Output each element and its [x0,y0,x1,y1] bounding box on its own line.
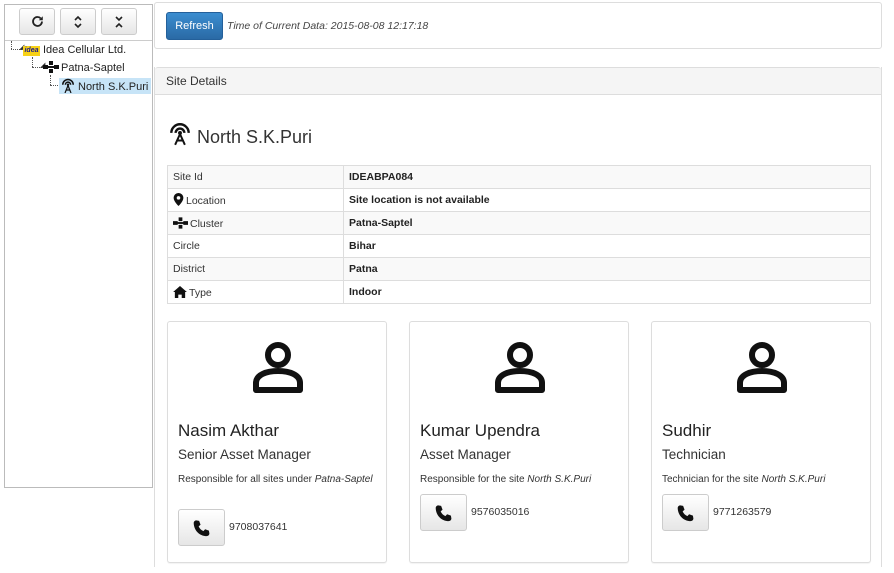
contact-card: Nasim Akthar Senior Asset Manager Respon… [167,321,387,563]
phone-number: 9771263579 [713,506,772,518]
call-button[interactable] [662,494,709,531]
table-row: District Patna [167,257,871,281]
contact-responsibility: Responsible for all sites under Patna-Sa… [178,474,373,485]
refresh-icon [31,16,43,27]
contact-name: Kumar Upendra [420,421,541,440]
site-title: North S.K.Puri [167,122,312,149]
expand-all-button[interactable] [60,8,97,35]
detail-value: Patna [343,257,871,281]
phone-icon [677,505,694,522]
user-icon [737,342,787,393]
contact-responsibility: Technician for the site North S.K.Puri [662,474,826,485]
table-row: Type Indoor [167,280,871,304]
contact-role: Senior Asset Manager [178,447,311,462]
tree-toolbar [5,5,152,41]
data-refresh-bar: Refresh Time of Current Data: 2015-08-08… [154,2,882,49]
user-icon [253,342,303,393]
contact-name: Sudhir [662,421,712,440]
detail-key: Location [167,188,344,212]
table-row: Location Site location is not available [167,188,871,212]
tower-icon [170,123,190,146]
tree-node-idea-cellular[interactable]: idea Idea Cellular Ltd. [23,42,126,58]
detail-value: Site location is not available [343,188,871,212]
phone-icon [193,520,210,537]
call-button[interactable] [178,509,225,546]
tree-node-patna-saptel[interactable]: Patna-Saptel [43,60,125,76]
contact-responsibility: Responsible for the site North S.K.Puri [420,474,592,485]
detail-value: Bihar [343,234,871,258]
tree-node-label: Patna-Saptel [61,62,125,74]
table-row: Cluster Patna-Saptel [167,211,871,235]
detail-value: IDEABPA084 [343,165,871,189]
tree-refresh-button[interactable] [19,8,55,35]
detail-value: Patna-Saptel [343,211,871,235]
tree-node-label: North S.K.Puri [78,81,149,93]
site-tree: ◢ ◢ idea Idea Cellular Ltd. Patna-Saptel … [5,41,152,486]
contact-role: Technician [662,447,726,462]
cluster-icon [173,216,188,229]
expand-all-icon [74,15,82,29]
phone-icon [435,505,452,522]
collapse-all-button[interactable] [101,8,138,35]
contact-card: Kumar Upendra Asset Manager Responsible … [409,321,629,563]
site-details-panel: Site Details North S.K.Puri Site Id IDEA… [154,67,882,567]
tree-node-north-sk-puri[interactable]: North S.K.Puri [59,78,152,94]
map-marker-icon [173,193,184,206]
call-button[interactable] [420,494,467,531]
table-row: Site Id IDEABPA084 [167,165,871,189]
contact-role: Asset Manager [420,447,511,462]
data-timestamp: Time of Current Data: 2015-08-08 12:17:1… [227,20,429,32]
tree-node-label: Idea Cellular Ltd. [43,44,127,56]
user-icon [495,342,545,393]
phone-number: 9708037641 [229,521,288,533]
detail-key: District [167,257,344,281]
table-row: Circle Bihar [167,234,871,258]
site-tree-panel: ◢ ◢ idea Idea Cellular Ltd. Patna-Saptel … [4,4,153,488]
home-icon [173,285,187,298]
cluster-icon [43,61,59,73]
refresh-button[interactable]: Refresh [166,12,223,40]
collapse-all-icon [115,16,123,28]
detail-key: Cluster [167,211,344,235]
detail-key: Site Id [167,165,344,189]
detail-key: Type [167,280,344,304]
detail-value: Indoor [343,280,871,304]
panel-title: Site Details [155,67,881,95]
phone-number: 9576035016 [471,506,530,518]
contact-name: Nasim Akthar [178,421,280,440]
tower-icon [62,78,74,94]
site-name: North S.K.Puri [197,127,313,147]
idea-logo: idea [23,46,40,56]
contact-card: Sudhir Technician Technician for the sit… [651,321,871,563]
detail-key: Circle [167,234,344,258]
site-details-table: Site Id IDEABPA084 Location Site locatio… [167,165,871,304]
